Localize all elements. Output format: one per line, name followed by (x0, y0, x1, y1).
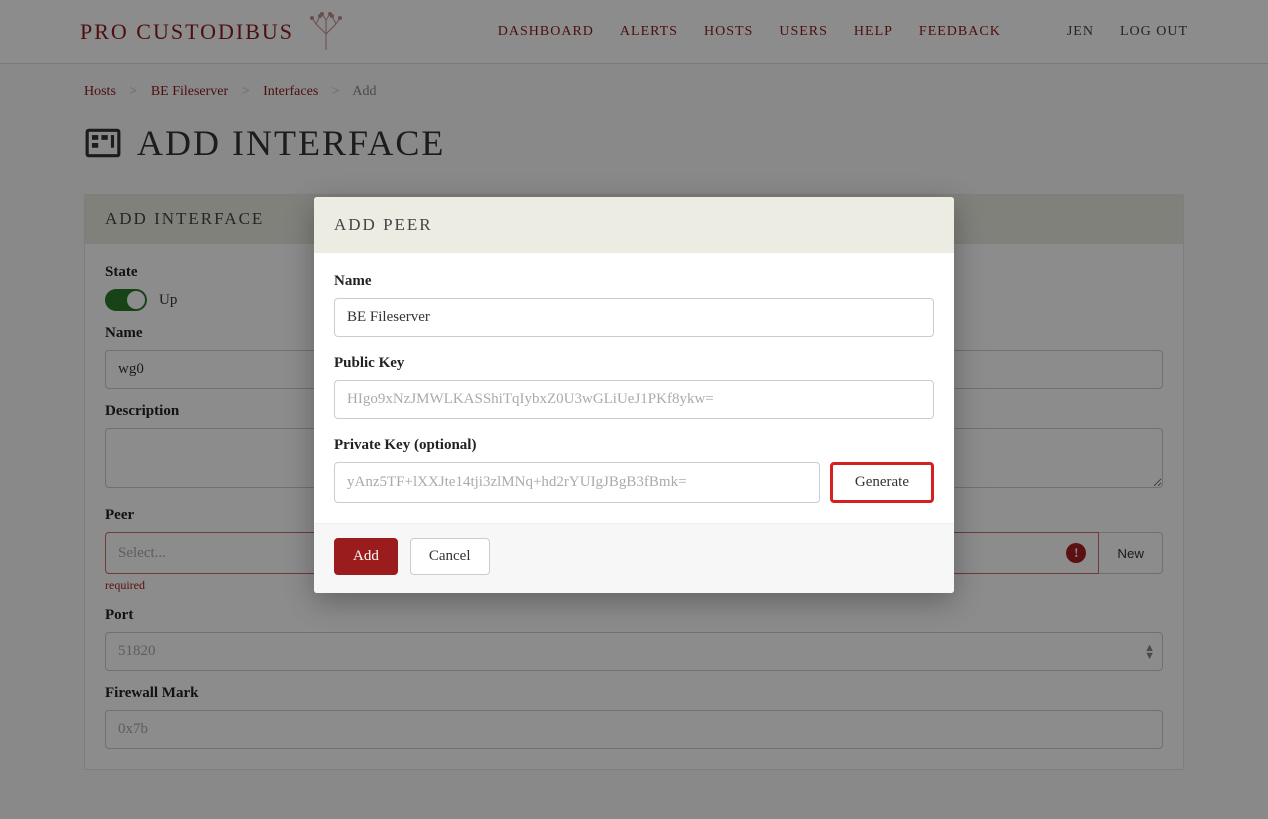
modal-name-label: Name (334, 273, 934, 290)
modal-footer: Add Cancel (314, 523, 954, 593)
modal-body: Name Public Key Private Key (optional) G… (314, 253, 954, 523)
add-peer-modal: ADD PEER Name Public Key Private Key (op… (314, 197, 954, 593)
modal-pubkey-label: Public Key (334, 355, 934, 372)
modal-privkey-input[interactable] (334, 462, 820, 503)
modal-pubkey-input[interactable] (334, 380, 934, 419)
modal-privkey-row: Generate (334, 462, 934, 503)
modal-privkey-label: Private Key (optional) (334, 437, 934, 454)
modal-name-input[interactable] (334, 298, 934, 337)
modal-title: ADD PEER (314, 197, 954, 253)
cancel-button[interactable]: Cancel (410, 538, 490, 575)
generate-button[interactable]: Generate (830, 462, 934, 503)
add-button[interactable]: Add (334, 538, 398, 575)
